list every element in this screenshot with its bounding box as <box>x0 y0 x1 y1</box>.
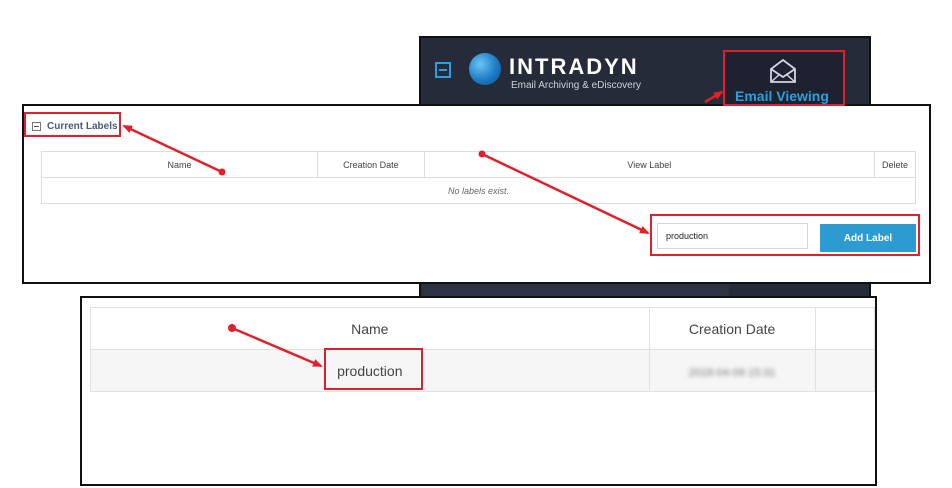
result-header-row: Name Creation Date <box>90 307 875 350</box>
intradyn-logo-icon <box>469 53 501 85</box>
result-panel: Name Creation Date production 2018-04-09… <box>80 296 877 486</box>
collapse-icon <box>32 121 41 131</box>
result-column-extra <box>814 307 875 350</box>
result-column-name[interactable]: Name <box>90 307 650 350</box>
result-column-creation-date[interactable]: Creation Date <box>648 307 816 350</box>
minus-square-icon[interactable] <box>435 62 451 78</box>
section-title: Current Labels <box>47 120 118 132</box>
email-viewing-tab[interactable]: Email Viewing <box>725 50 843 106</box>
brand-name: INTRADYN <box>509 54 639 79</box>
new-label-input[interactable] <box>657 223 808 249</box>
table-header-row: Name Creation Date View Label Delete <box>41 151 916 178</box>
result-creation-date: 2018-04-09 15:31 <box>648 349 816 392</box>
result-table: Name Creation Date production 2018-04-09… <box>90 307 875 392</box>
column-header-view-label[interactable]: View Label <box>423 151 876 178</box>
labels-panel: Current Labels Name Creation Date View L… <box>22 104 931 284</box>
column-header-delete[interactable]: Delete <box>874 151 916 178</box>
add-label-button[interactable]: Add Label <box>820 224 916 252</box>
email-viewing-label: Email Viewing <box>735 88 829 104</box>
brand-tagline: Email Archiving & eDiscovery <box>511 80 642 91</box>
current-labels-toggle[interactable]: Current Labels <box>28 115 123 137</box>
blurred-date: 2018-04-09 15:31 <box>688 366 776 379</box>
result-extra-cell <box>814 349 875 392</box>
envelope-icon <box>770 58 796 83</box>
table-row: No labels exist. <box>41 177 916 204</box>
column-header-creation-date[interactable]: Creation Date <box>317 151 425 178</box>
empty-message: No labels exist. <box>41 177 916 204</box>
labels-table: Name Creation Date View Label Delete No … <box>41 151 916 204</box>
result-label-name: production <box>90 349 650 392</box>
table-row[interactable]: production 2018-04-09 15:31 <box>90 349 875 392</box>
column-header-name[interactable]: Name <box>41 151 318 178</box>
